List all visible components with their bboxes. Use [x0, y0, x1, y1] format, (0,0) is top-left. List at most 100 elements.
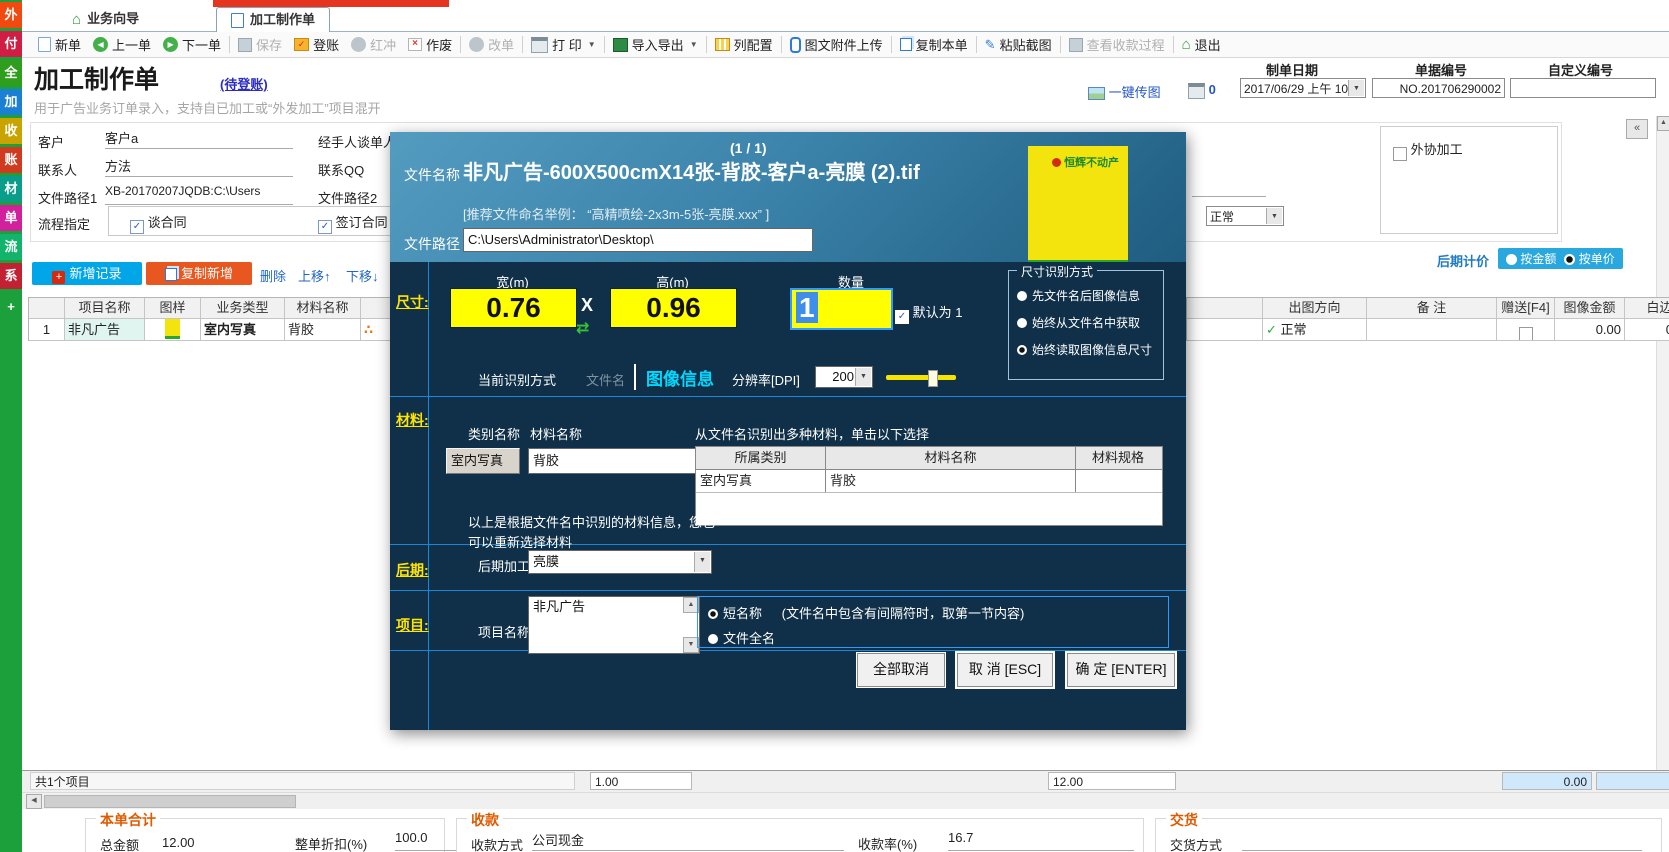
col-材料名称[interactable]: 材料名称	[826, 447, 1076, 469]
pay-rate-field[interactable]: 16.7	[948, 830, 1134, 851]
col-图像金额[interactable]: 图像金额	[1555, 298, 1625, 319]
price-by-amount-radio[interactable]: 按金额	[1506, 250, 1556, 267]
new-order-button[interactable]: 新单	[32, 35, 87, 54]
short-name-radio[interactable]: 短名称 (文件名中包含有间隔符时，取第一节内容)	[708, 603, 1168, 622]
swap-dimensions-icon[interactable]: ⇄	[576, 318, 589, 338]
material-table-row[interactable]: 室内写真 背胶	[696, 470, 1162, 493]
void-button[interactable]: × 作废	[402, 35, 458, 54]
delivery-method-field[interactable]	[1242, 830, 1642, 851]
contract-check[interactable]: ✓ 谈合同	[130, 212, 187, 234]
col-出图方向[interactable]: 出图方向	[1263, 298, 1367, 319]
file-path1-field[interactable]: XB-20170207JQDB:C:\Users	[105, 184, 293, 205]
add-record-button[interactable]: + 新增记录	[32, 262, 142, 285]
tab-business-wizard[interactable]: ⌂ 业务向导	[58, 7, 153, 31]
hidden-field-underline[interactable]	[1192, 182, 1266, 197]
copy-order-button[interactable]: 复制本单	[894, 35, 974, 54]
ok-button[interactable]: 确 定 [ENTER]	[1066, 652, 1176, 688]
mode-radio-3[interactable]: 始终读取图像信息尺寸	[1017, 341, 1163, 358]
col-材料规格[interactable]: 材料规格	[1076, 447, 1160, 469]
qty-input[interactable]: 1	[790, 288, 893, 330]
copy-add-button[interactable]: 复制新增	[146, 262, 252, 285]
mode-radio-1[interactable]: 先文件名后图像信息	[1017, 287, 1163, 304]
dpi-combo[interactable]: 200 ▼	[815, 366, 873, 388]
sidebar-item-plus[interactable]: +	[0, 294, 22, 320]
sidebar-item-zhang[interactable]: 账	[0, 147, 22, 173]
column-config-button[interactable]: 列配置	[709, 35, 779, 54]
prev-order-button[interactable]: ◀ 上一单	[87, 35, 157, 54]
cancel-all-button[interactable]: 全部取消	[856, 652, 946, 688]
attachment-upload-button[interactable]: 图文附件上传	[784, 35, 889, 54]
scroll-left-icon[interactable]: ◀	[26, 794, 42, 809]
material-name-field[interactable]: 背胶 ···	[528, 448, 712, 474]
contact-field[interactable]: 方法	[105, 156, 293, 177]
date-field[interactable]: 2017/06/29 上午 10:5 ▼	[1240, 78, 1366, 98]
sidebar-item-xi[interactable]: 系	[0, 263, 22, 289]
gift-cell[interactable]: ✓	[1497, 319, 1555, 341]
project-name-input[interactable]: 非凡广告 ▲ ▼	[528, 596, 700, 654]
width-input[interactable]: 0.76	[450, 288, 577, 328]
delete-link[interactable]: 删除	[260, 266, 286, 285]
paste-screenshot-button[interactable]: ✎ 粘贴截图	[979, 35, 1058, 54]
move-up-link[interactable]: 上移↑	[298, 266, 331, 285]
col-项目名称[interactable]: 项目名称	[65, 298, 145, 319]
mode-from-image[interactable]: 图像信息	[646, 365, 714, 390]
customer-field[interactable]: 客户a	[105, 128, 293, 149]
sign-contract-check[interactable]: ✓ 签订合同	[318, 212, 388, 234]
table-row[interactable]: ✓ 正常 ✓ 0.00 0.00	[1187, 319, 1669, 341]
move-down-link[interactable]: 下移↓	[346, 266, 379, 285]
vertical-scrollbar[interactable]: ▲	[1656, 116, 1669, 772]
modify-order-button[interactable]: 改单	[463, 35, 520, 54]
height-input[interactable]: 0.96	[610, 288, 737, 328]
horizontal-scrollbar[interactable]: ◀	[22, 792, 1669, 809]
sidebar-item-liu[interactable]: 流	[0, 234, 22, 260]
outsource-check[interactable]: ✓ 外协加工	[1393, 139, 1557, 161]
dpi-dropdown-icon[interactable]: ▼	[855, 368, 871, 386]
sidebar-item-jia[interactable]: 加	[0, 89, 22, 115]
dpi-slider[interactable]	[886, 370, 956, 387]
col-图样[interactable]: 图样	[145, 298, 201, 319]
sidebar-item-shou[interactable]: 收	[0, 118, 22, 144]
file-path-input[interactable]: C:\Users\Administrator\Desktop\	[463, 228, 813, 252]
red-reverse-button[interactable]: 红冲	[345, 35, 402, 54]
category-field[interactable]: 室内写真	[446, 448, 520, 474]
sidebar-item-dan[interactable]: 单	[0, 205, 22, 231]
mode-radio-2[interactable]: 始终从文件名中获取	[1017, 314, 1163, 331]
import-export-button[interactable]: 导入导出 ▼	[607, 35, 704, 54]
status-dropdown-icon[interactable]: ▼	[1266, 208, 1282, 224]
table-row[interactable]: 1 非凡广告 室内写真 背胶 ∴	[29, 319, 393, 341]
mode-from-filename[interactable]: 文件名	[586, 370, 625, 389]
post-combo[interactable]: 亮膜 ▼	[528, 550, 712, 574]
col-材料名称[interactable]: 材料名称	[285, 298, 361, 319]
slider-handle[interactable]	[928, 370, 938, 387]
send-image-link[interactable]: 一键传图	[1088, 82, 1161, 101]
default-qty-check[interactable]: ✓ 默认为 1	[895, 302, 962, 324]
sidebar-item-wai[interactable]: 外	[0, 2, 22, 28]
tab-processing-order[interactable]: 加工制作单	[216, 7, 331, 32]
status-badge[interactable]: (待登账)	[220, 74, 268, 93]
sidebar-item-quan[interactable]: 全	[0, 60, 22, 86]
custom-number-field[interactable]	[1510, 78, 1656, 98]
print-count[interactable]: 0	[1188, 82, 1216, 99]
col-所属类别[interactable]: 所属类别	[696, 447, 826, 469]
scroll-up-icon[interactable]: ▲	[1657, 116, 1669, 131]
sidebar-item-cai[interactable]: 材	[0, 176, 22, 202]
post-account-button[interactable]: ✓ 登账	[288, 35, 345, 54]
post-dropdown-icon[interactable]: ▼	[694, 552, 710, 572]
cancel-button[interactable]: 取 消 [ESC]	[956, 652, 1054, 688]
status-combo[interactable]: 正常 ▼	[1206, 206, 1284, 226]
thumbnail-cell[interactable]	[145, 319, 201, 341]
col-白边[interactable]: 白边	[1625, 298, 1669, 319]
full-name-radio[interactable]: 文件全名	[708, 628, 1168, 647]
collapse-button[interactable]: «	[1626, 119, 1648, 139]
scrollbar-thumb[interactable]	[44, 795, 296, 808]
col-备注[interactable]: 备 注	[1367, 298, 1497, 319]
sidebar-item-fu[interactable]: 付	[0, 31, 22, 57]
exit-button[interactable]: ⌂ 退出	[1176, 35, 1227, 54]
order-number-field[interactable]: NO.201706290002	[1372, 78, 1505, 98]
price-by-unit-radio[interactable]: 按单价	[1564, 250, 1615, 267]
col-赠送[interactable]: 赠送[F4]	[1497, 298, 1555, 319]
pay-method-field[interactable]: 公司现金	[532, 830, 844, 851]
save-button[interactable]: 保存	[232, 35, 288, 54]
next-order-button[interactable]: ▶ 下一单	[157, 35, 227, 54]
date-dropdown-icon[interactable]: ▼	[1348, 80, 1364, 96]
